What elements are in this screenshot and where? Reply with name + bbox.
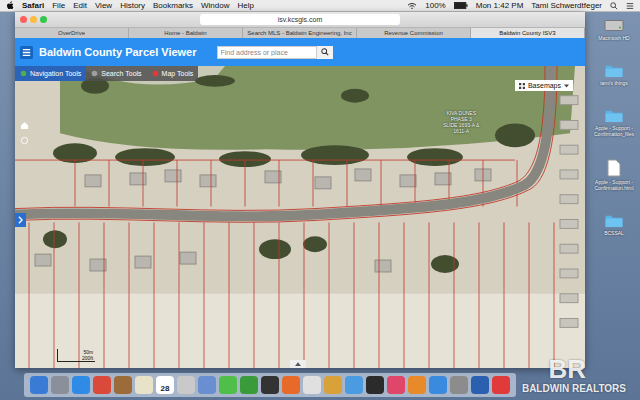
chevron-up-icon — [295, 362, 301, 366]
dock-app-icon[interactable] — [303, 376, 321, 394]
tools-bar: Navigation ToolsSearch ToolsMap Tools — [15, 66, 198, 81]
dock-app-icon[interactable] — [240, 376, 258, 394]
dock-app-icon[interactable] — [51, 376, 69, 394]
tool-icon — [20, 70, 27, 77]
battery-level[interactable]: 100% — [425, 1, 445, 10]
dock-app-icon[interactable]: 28 — [156, 376, 174, 394]
map[interactable]: Navigation ToolsSearch ToolsMap Tools Bas… — [15, 66, 585, 368]
desktop-icons: Macintosh HD tami's things Apple - Support… — [592, 18, 636, 236]
close-button[interactable] — [20, 16, 27, 23]
dock-app-icon[interactable] — [135, 376, 153, 394]
dock-app-icon[interactable] — [471, 376, 489, 394]
dock-app-icon[interactable] — [387, 376, 405, 394]
dock-app-icon[interactable] — [198, 376, 216, 394]
dock-app-icon[interactable] — [261, 376, 279, 394]
tool-icon — [152, 70, 159, 77]
app-title: Baldwin County Parcel Viewer — [39, 46, 197, 58]
menu-item[interactable]: Bookmarks — [153, 1, 193, 10]
dock-app-icon[interactable] — [219, 376, 237, 394]
notifications-icon[interactable] — [626, 2, 634, 10]
search-input[interactable] — [217, 46, 317, 59]
document-icon — [607, 159, 621, 177]
dock-app-icon[interactable] — [114, 376, 132, 394]
dock: 28 — [24, 373, 516, 397]
desktop-item[interactable]: Apple - Support - Confirmation_files — [592, 108, 636, 137]
app-menu[interactable]: Safari — [22, 1, 44, 10]
dock-app-icon[interactable] — [366, 376, 384, 394]
desktop: Safari File Edit View History Bookmarks Window… — [0, 0, 640, 400]
tool-tab[interactable]: Navigation Tools — [15, 66, 86, 81]
search-button[interactable] — [317, 46, 333, 59]
app-header: Baldwin County Parcel Viewer — [15, 38, 585, 66]
desktop-item[interactable]: Apple - Support - Confirmation.html — [592, 159, 636, 191]
safari-window: isv.kcsgis.comOverDriveHome - BaldwinSea… — [15, 12, 585, 368]
dock-app-icon[interactable] — [492, 376, 510, 394]
clock[interactable]: Mon 1:42 PM — [476, 1, 524, 10]
browser-toolbar: isv.kcsgis.com — [15, 12, 585, 27]
dock-app-icon[interactable] — [429, 376, 447, 394]
folder-icon — [604, 108, 624, 123]
expand-tab[interactable] — [290, 360, 306, 368]
browser-tab[interactable]: Home - Baldwin — [129, 28, 243, 38]
menu-item[interactable]: Help — [237, 1, 253, 10]
dock-app-icon[interactable] — [93, 376, 111, 394]
dock-app-icon[interactable] — [408, 376, 426, 394]
tab-bar: OverDriveHome - BaldwinSearch MLS - Bald… — [15, 27, 585, 38]
chevron-right-icon — [18, 216, 23, 224]
user-name[interactable]: Tami Schwerdtfeger — [531, 1, 602, 10]
tool-tab[interactable]: Search Tools — [86, 66, 146, 81]
dock-app-icon[interactable] — [345, 376, 363, 394]
hamburger-icon[interactable] — [20, 46, 33, 59]
watermark: BRBALDWIN REALTORS — [522, 355, 626, 394]
spotlight-icon[interactable] — [610, 2, 618, 10]
folder-icon — [604, 63, 624, 78]
folder-icon — [604, 213, 624, 228]
desktop-item[interactable]: Macintosh HD — [598, 18, 629, 41]
panel-toggle[interactable] — [15, 213, 26, 227]
menu-bar: Safari File Edit View History Bookmarks Window… — [0, 0, 640, 12]
calendar-day: 28 — [161, 384, 170, 394]
menu-item[interactable]: File — [52, 1, 65, 10]
dock-app-icon[interactable] — [450, 376, 468, 394]
grid-icon — [519, 83, 525, 89]
address-bar[interactable]: isv.kcsgis.com — [200, 14, 400, 25]
desktop-item[interactable]: BCSSAL — [604, 213, 624, 236]
parcel-viewer: Baldwin County Parcel Viewer Navigation T… — [15, 38, 585, 368]
browser-tab[interactable]: OverDrive — [15, 28, 129, 38]
apple-icon[interactable] — [6, 1, 14, 10]
battery-icon[interactable] — [454, 2, 468, 9]
dock-app-icon[interactable] — [282, 376, 300, 394]
locate-icon[interactable] — [20, 136, 29, 145]
magnifier-icon — [321, 48, 329, 56]
menu-item[interactable]: Window — [201, 1, 229, 10]
dock-app-icon[interactable] — [177, 376, 195, 394]
map-controls — [20, 121, 29, 145]
browser-tab[interactable]: Revenue Commission — [357, 28, 471, 38]
browser-tab[interactable]: Baldwin County ISV3 — [471, 28, 585, 38]
dock-app-icon[interactable] — [30, 376, 48, 394]
dock-app-icon[interactable] — [324, 376, 342, 394]
menu-item[interactable]: History — [120, 1, 145, 10]
desktop-item[interactable]: tami's things — [600, 63, 628, 86]
tool-icon — [91, 70, 98, 77]
dock-app-icon[interactable] — [72, 376, 90, 394]
minimize-button[interactable] — [30, 16, 37, 23]
menu-item[interactable]: View — [95, 1, 112, 10]
scale-bar: 50m200ft — [57, 349, 95, 362]
browser-tab[interactable]: Search MLS - Baldwin Engineering, Inc — [243, 28, 357, 38]
menu-item[interactable]: Edit — [73, 1, 87, 10]
hard-drive-icon — [604, 18, 624, 33]
zoom-button[interactable] — [40, 16, 47, 23]
basemaps-button[interactable]: Basemaps — [515, 80, 573, 91]
home-icon[interactable] — [20, 121, 29, 130]
aerial-map[interactable] — [15, 66, 585, 368]
subdivision-label: KIVA DUNESPHASE 3SLIDE 1693-A &1611-A — [443, 110, 479, 134]
wifi-icon[interactable] — [407, 2, 417, 10]
tool-tab[interactable]: Map Tools — [147, 66, 199, 81]
caret-icon — [564, 84, 569, 88]
